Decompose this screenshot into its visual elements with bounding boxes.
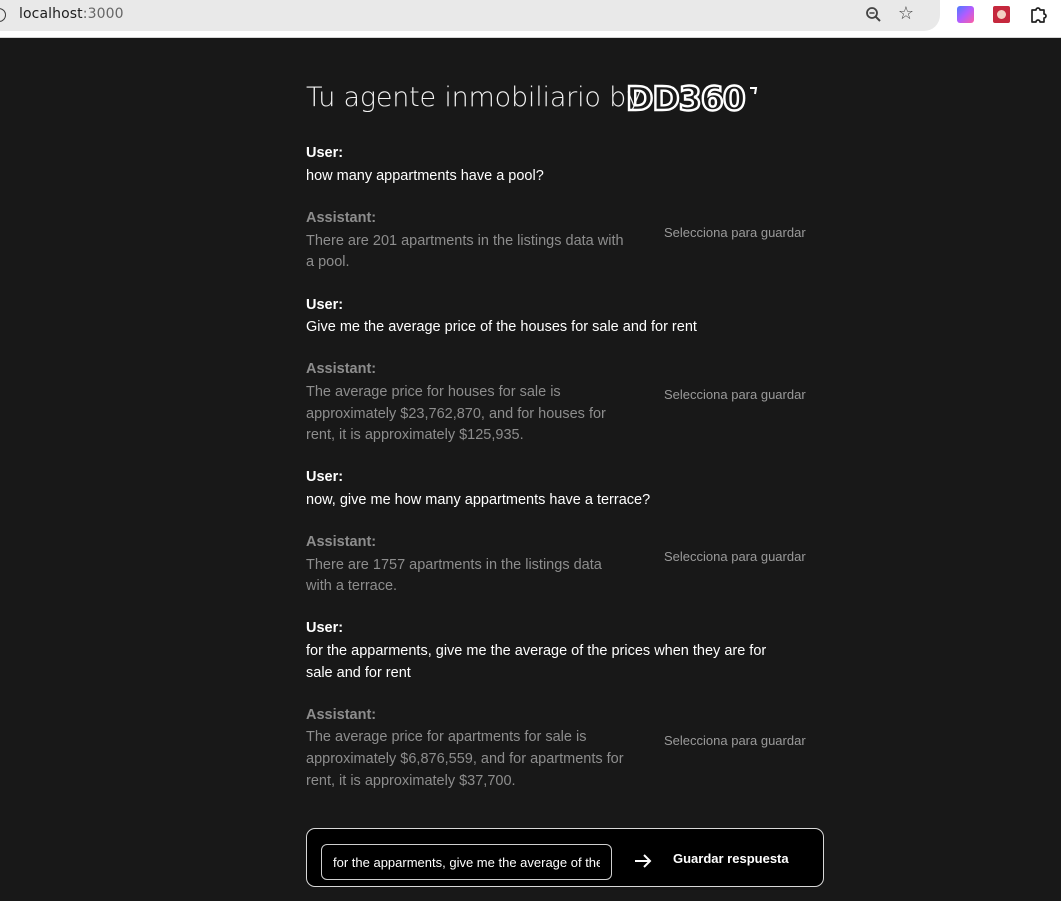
extensions-puzzle-icon[interactable] [1029,4,1049,24]
message-text-line: approximately $6,876,559, and for apartm… [306,751,624,767]
save-response-button[interactable]: Guardar respuesta [673,851,789,866]
page-title: Tu agente inmobiliario by [306,82,642,113]
chat-input[interactable] [321,844,612,880]
select-to-save-link[interactable]: Selecciona para guardar [664,549,806,564]
message-text-line: rent, it is approximately $125,935. [306,427,524,443]
message-text-line: approximately $23,762,870, and for house… [306,406,606,422]
message-text-line: now, give me how many appartments have a… [306,492,651,508]
message-role: User: [306,145,344,161]
message-role: User: [306,620,344,636]
select-to-save-link[interactable]: Selecciona para guardar [664,225,806,240]
select-to-save-link[interactable]: Selecciona para guardar [664,387,806,402]
url-text[interactable]: localhost:3000 [19,6,124,22]
message-text-line: Give me the average price of the houses … [306,319,697,335]
message-text-line: The average price for apartments for sal… [306,729,587,745]
dd360-logo: DD360 [626,82,758,116]
zoom-icon[interactable] [864,5,884,25]
message-role: User: [306,297,344,313]
message-text-line: a pool. [306,254,350,270]
message-text-line: for the apparments, give me the average … [306,643,767,659]
message-text-line: with a terrace. [306,578,398,594]
extension-icon[interactable] [957,6,974,23]
chat-composer: Guardar respuesta [306,828,824,887]
message-role: Assistant: [306,361,377,377]
address-bar[interactable]: i localhost:3000 ☆ [0,0,940,31]
url-port: :3000 [82,6,124,22]
message-text-line: There are 201 apartments in the listings… [306,233,624,249]
url-host: localhost [19,6,83,22]
message-text-line: There are 1757 apartments in the listing… [306,557,602,573]
select-to-save-link[interactable]: Selecciona para guardar [664,733,806,748]
bookmark-star-icon[interactable]: ☆ [896,4,916,24]
message-role: User: [306,469,344,485]
message-text-line: The average price for houses for sale is [306,384,561,400]
extension-icon[interactable] [993,6,1010,23]
message-text-line: rent, it is approximately $37,700. [306,773,516,789]
browser-toolbar: i localhost:3000 ☆ [0,0,1061,38]
message-text-line: how many appartments have a pool? [306,168,544,184]
message-role: Assistant: [306,210,377,226]
message-role: Assistant: [306,534,377,550]
site-info-icon[interactable]: i [0,8,6,22]
message-role: Assistant: [306,707,377,723]
logo-wordmark: DD360 [626,82,745,116]
message-text-line: sale and for rent [306,665,411,681]
send-arrow-icon[interactable] [629,847,657,875]
